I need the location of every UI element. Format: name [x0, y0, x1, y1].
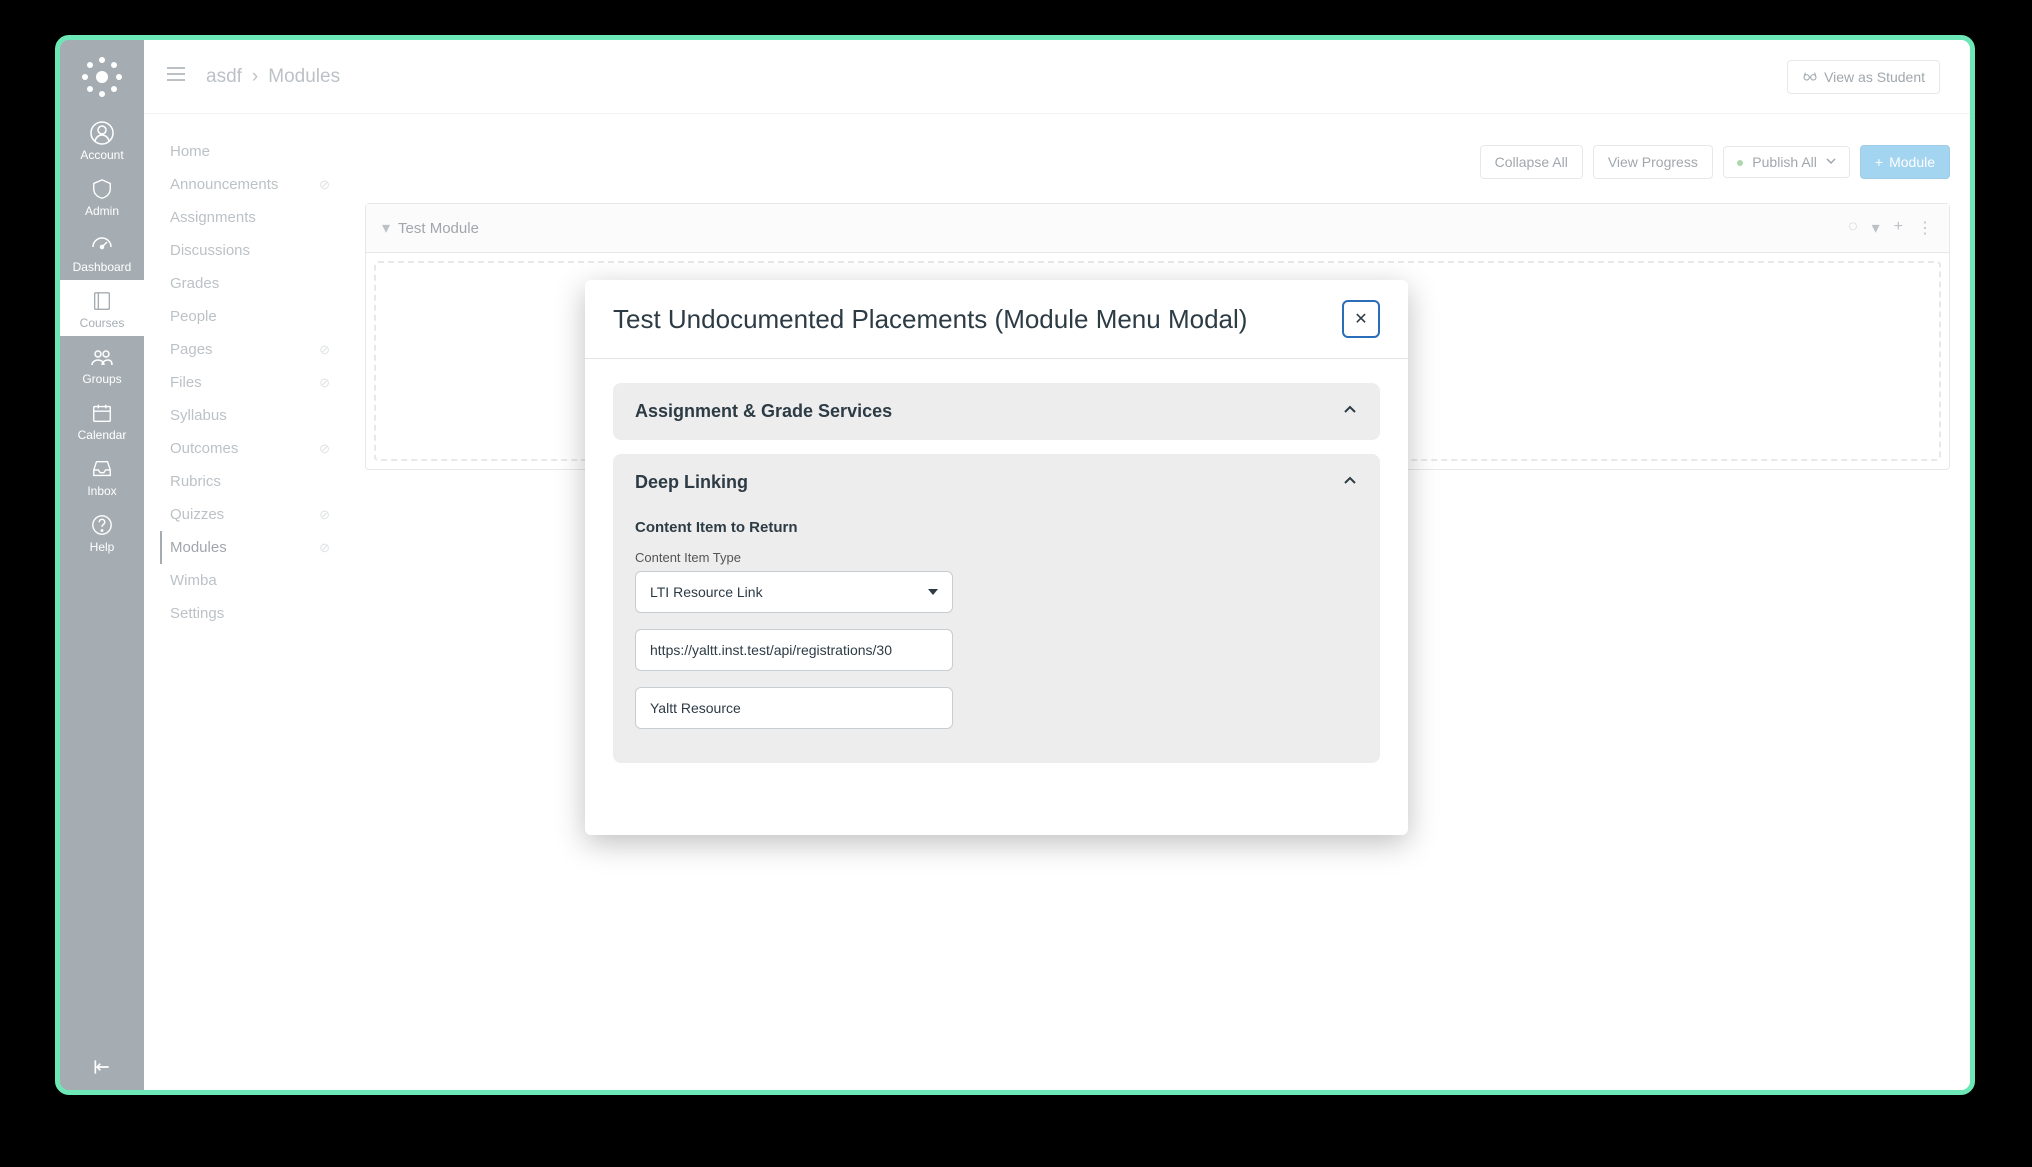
nav-groups[interactable]: Groups — [60, 336, 144, 392]
collapse-all-button[interactable]: Collapse All — [1480, 145, 1583, 179]
action-bar: Collapse All View Progress ● Publish All… — [365, 135, 1950, 203]
course-nav-syllabus[interactable]: Syllabus — [160, 399, 340, 432]
nav-label: Account — [80, 148, 123, 162]
chevron-up-icon — [1342, 402, 1358, 422]
hamburger-icon[interactable] — [164, 62, 188, 91]
collapse-nav-button[interactable] — [92, 1057, 112, 1082]
glasses-icon — [1802, 69, 1818, 85]
check-circle-icon: ● — [1736, 154, 1744, 170]
accordion-title: Assignment & Grade Services — [635, 401, 892, 422]
course-nav-wimba[interactable]: Wimba — [160, 564, 340, 597]
nav-label: Groups — [82, 372, 121, 386]
modal-title: Test Undocumented Placements (Module Men… — [613, 304, 1247, 335]
select-value: LTI Resource Link — [650, 584, 763, 600]
course-nav-quizzes[interactable]: Quizzes⊘ — [160, 498, 340, 531]
breadcrumb-course[interactable]: asdf — [206, 66, 242, 88]
speedometer-icon — [89, 232, 115, 258]
input-value: https://yaltt.inst.test/api/registration… — [650, 642, 892, 658]
module-header: ▾ Test Module ◌ ▾ + ⋮ — [366, 204, 1949, 253]
course-nav-settings[interactable]: Settings — [160, 597, 340, 630]
course-nav-home[interactable]: Home — [160, 135, 340, 168]
input-value: Yaltt Resource — [650, 700, 741, 716]
course-nav-modules[interactable]: Modules⊘ — [160, 531, 340, 564]
accordion-title: Deep Linking — [635, 472, 748, 493]
chevron-down-icon — [1825, 154, 1837, 170]
course-nav-discussions[interactable]: Discussions — [160, 234, 340, 267]
caret-down-icon[interactable]: ▾ — [382, 218, 390, 238]
accordion-ags: Assignment & Grade Services — [613, 383, 1380, 440]
module-menu-modal: Test Undocumented Placements (Module Men… — [585, 280, 1408, 835]
kebab-icon[interactable]: ⋮ — [1917, 218, 1933, 238]
hidden-icon: ⊘ — [319, 507, 330, 523]
accordion-body: Content Item to Return Content Item Type… — [613, 519, 1380, 763]
course-nav-pages[interactable]: Pages⊘ — [160, 333, 340, 366]
accordion-header-ags[interactable]: Assignment & Grade Services — [613, 383, 1380, 440]
title-input[interactable]: Yaltt Resource — [635, 687, 953, 729]
chevron-right-icon: › — [252, 66, 258, 88]
chevron-down-icon[interactable]: ▾ — [1872, 218, 1880, 238]
close-button[interactable]: ✕ — [1342, 300, 1380, 338]
hidden-icon: ⊘ — [319, 540, 330, 556]
hidden-icon: ⊘ — [319, 441, 330, 457]
canvas-logo[interactable] — [77, 52, 127, 102]
chevron-up-icon — [1342, 473, 1358, 493]
type-label: Content Item Type — [635, 550, 1358, 565]
hidden-icon: ⊘ — [319, 342, 330, 358]
user-icon — [89, 120, 115, 146]
course-nav-announcements[interactable]: Announcements⊘ — [160, 168, 340, 201]
nav-label: Calendar — [78, 428, 127, 442]
nav-label: Help — [90, 540, 115, 554]
breadcrumb-page: Modules — [268, 66, 340, 88]
button-label: View as Student — [1824, 69, 1925, 85]
close-icon: ✕ — [1354, 309, 1367, 329]
modal-header: Test Undocumented Placements (Module Men… — [585, 280, 1408, 359]
hidden-icon: ⊘ — [319, 375, 330, 391]
module-name: Test Module — [398, 220, 479, 237]
book-icon — [89, 288, 115, 314]
plus-icon[interactable]: + — [1894, 218, 1903, 238]
nav-admin[interactable]: Admin — [60, 168, 144, 224]
course-nav-assignments[interactable]: Assignments — [160, 201, 340, 234]
hidden-icon: ⊘ — [319, 177, 330, 193]
add-module-button[interactable]: + Module — [1860, 145, 1950, 179]
help-icon — [89, 512, 115, 538]
global-nav: Account Admin Dashboard Courses Groups C… — [60, 40, 144, 1090]
nav-label: Courses — [80, 316, 125, 330]
view-progress-button[interactable]: View Progress — [1593, 145, 1713, 179]
nav-dashboard[interactable]: Dashboard — [60, 224, 144, 280]
nav-courses[interactable]: Courses — [60, 280, 144, 336]
url-input[interactable]: https://yaltt.inst.test/api/registration… — [635, 629, 953, 671]
unpublished-icon[interactable]: ◌ — [1848, 218, 1858, 238]
calendar-icon — [89, 400, 115, 426]
page-header: asdf › Modules View as Student — [144, 40, 1970, 114]
breadcrumb: asdf › Modules — [206, 66, 340, 88]
nav-label: Admin — [85, 204, 119, 218]
nav-calendar[interactable]: Calendar — [60, 392, 144, 448]
triangle-down-icon — [928, 589, 938, 595]
accordion-deep-linking: Deep Linking Content Item to Return Cont… — [613, 454, 1380, 763]
shield-icon — [89, 176, 115, 202]
course-nav-files[interactable]: Files⊘ — [160, 366, 340, 399]
course-nav-grades[interactable]: Grades — [160, 267, 340, 300]
course-nav: Home Announcements⊘ Assignments Discussi… — [160, 135, 340, 630]
nav-account[interactable]: Account — [60, 112, 144, 168]
nav-label: Inbox — [87, 484, 116, 498]
nav-help[interactable]: Help — [60, 504, 144, 560]
content-item-label: Content Item to Return — [635, 519, 1358, 536]
publish-all-dropdown[interactable]: ● Publish All — [1723, 146, 1850, 178]
course-nav-rubrics[interactable]: Rubrics — [160, 465, 340, 498]
people-icon — [89, 344, 115, 370]
nav-label: Dashboard — [73, 260, 132, 274]
plus-icon: + — [1875, 154, 1883, 170]
nav-inbox[interactable]: Inbox — [60, 448, 144, 504]
inbox-icon — [89, 456, 115, 482]
view-as-student-button[interactable]: View as Student — [1787, 60, 1940, 94]
modal-body[interactable]: Assignment & Grade Services Deep Linking… — [585, 359, 1408, 835]
accordion-header-deep-linking[interactable]: Deep Linking — [613, 454, 1380, 511]
course-nav-people[interactable]: People — [160, 300, 340, 333]
course-nav-outcomes[interactable]: Outcomes⊘ — [160, 432, 340, 465]
content-item-type-select[interactable]: LTI Resource Link — [635, 571, 953, 613]
